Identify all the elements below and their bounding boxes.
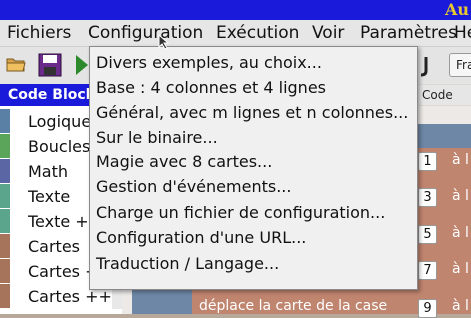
block-text: à l xyxy=(452,188,469,204)
menu-item-gestion-evenements[interactable]: Gestion d'événements... xyxy=(96,177,291,197)
block-text: à l xyxy=(452,225,469,241)
category-label: Texte xyxy=(28,187,71,206)
stop-icon[interactable] xyxy=(418,55,430,81)
configuration-menu-dropdown: Divers exemples, au choix... Base : 4 co… xyxy=(89,46,418,290)
menu-voir[interactable]: Voir xyxy=(305,20,350,46)
category-color xyxy=(0,284,10,308)
category-label: Logique xyxy=(28,112,92,131)
menu-item-base-4x4[interactable]: Base : 4 colonnes et 4 lignes xyxy=(96,78,326,98)
number-field[interactable]: 9 xyxy=(418,299,437,318)
category-label: Cartes + xyxy=(28,262,99,281)
category-color xyxy=(0,109,10,133)
language-button[interactable]: Fra xyxy=(449,53,471,77)
mouse-cursor-icon xyxy=(158,34,170,50)
menu-bar: Fichiers Configuration Exécution Voir Pa… xyxy=(0,20,471,47)
menu-execution[interactable]: Exécution xyxy=(209,20,305,46)
category-label: Texte + xyxy=(28,212,89,231)
number-field[interactable]: 5 xyxy=(418,225,437,244)
bottom-block-text: déplace la carte de la case xyxy=(199,298,388,314)
category-color xyxy=(0,134,10,158)
category-color xyxy=(0,259,10,283)
block-text: à l xyxy=(452,298,469,314)
block-text: à l xyxy=(452,261,469,277)
number-field[interactable]: 1 xyxy=(418,152,437,171)
menu-item-divers-exemples[interactable]: Divers exemples, au choix... xyxy=(96,53,322,73)
category-color xyxy=(0,234,10,258)
run-icon[interactable] xyxy=(74,53,90,81)
menu-item-traduction[interactable]: Traduction / Langage... xyxy=(96,254,279,274)
category-label: Boucles xyxy=(28,137,91,156)
title-bar: Au xyxy=(0,0,471,20)
window-title: Au xyxy=(444,0,469,19)
menu-item-magie[interactable]: Magie avec 8 cartes... xyxy=(96,152,272,172)
number-field[interactable]: 3 xyxy=(418,188,437,207)
category-color xyxy=(0,184,10,208)
menu-configuration[interactable]: Configuration xyxy=(81,20,209,46)
category-color xyxy=(0,159,10,183)
menu-help[interactable]: He xyxy=(447,20,471,46)
menu-item-configuration-url[interactable]: Configuration d'une URL... xyxy=(96,228,306,248)
save-icon[interactable] xyxy=(38,53,62,81)
menu-item-charge-fichier[interactable]: Charge un fichier de configuration... xyxy=(96,203,385,223)
category-label: Math xyxy=(28,162,69,181)
number-field[interactable]: 7 xyxy=(418,261,437,280)
folder-open-icon[interactable] xyxy=(5,53,27,79)
tab-code[interactable]: Code xyxy=(409,85,471,105)
menu-item-binaire[interactable]: Sur le binaire... xyxy=(96,128,218,148)
menu-item-general[interactable]: Général, avec m lignes et n colonnes... xyxy=(96,103,408,123)
category-color xyxy=(0,209,10,233)
block-text: à l xyxy=(452,152,469,168)
menu-fichiers[interactable]: Fichiers xyxy=(0,20,77,46)
category-label: Cartes xyxy=(28,237,81,256)
